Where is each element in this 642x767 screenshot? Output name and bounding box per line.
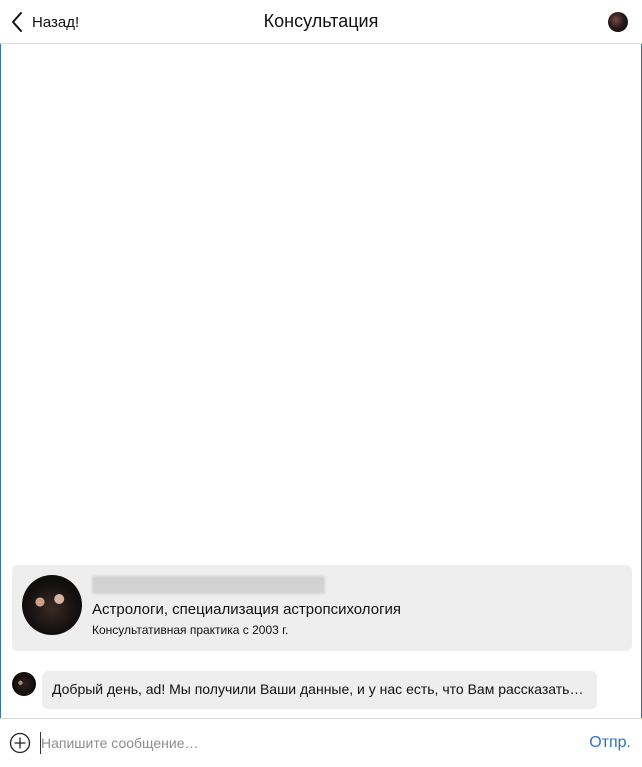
send-button[interactable]: Отпр. [589,734,631,752]
message-avatar [12,672,36,696]
top-bar: Назад! Консультация [0,0,642,44]
expert-specialization: Астрологи, специализация астропсихология [92,601,402,618]
expert-name-redacted [92,576,325,594]
expert-avatar [22,575,82,635]
message-bubble: Добрый день, ad! Мы получили Ваши данные… [42,671,597,709]
expert-profile-card: Астрологи, специализация астропсихология… [12,565,632,651]
expert-practice: Консультативная практика с 2003 г. [92,623,289,637]
chat-area[interactable]: Астрологи, специализация астропсихология… [0,44,642,718]
message-input[interactable] [40,732,560,754]
plus-circle-icon[interactable] [9,732,31,754]
page-title: Консультация [263,11,379,31]
message-composer: Отпр. [0,718,642,767]
user-avatar[interactable] [608,12,628,32]
